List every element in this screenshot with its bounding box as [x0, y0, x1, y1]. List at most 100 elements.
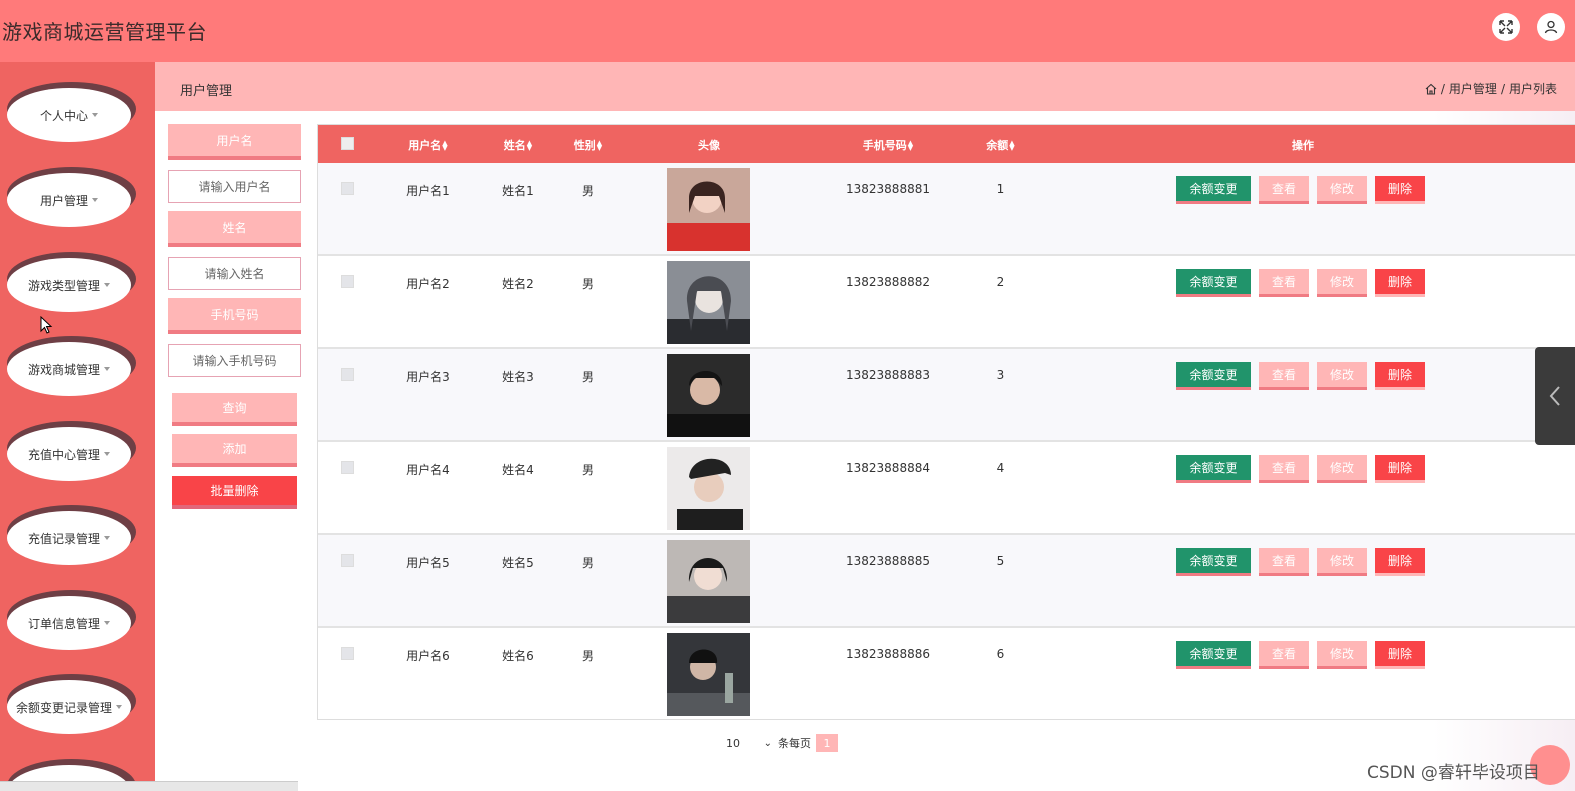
mouse-cursor-icon	[40, 315, 54, 337]
caret-down-icon	[92, 113, 98, 117]
caret-down-icon	[104, 367, 110, 371]
add-button[interactable]: 添加	[172, 434, 297, 467]
balance-change-button[interactable]: 余额变更	[1176, 176, 1251, 204]
row-checkbox[interactable]	[341, 647, 354, 660]
sidebar-item-recharge-record-management[interactable]: 充值记录管理	[7, 505, 136, 565]
column-header-gender[interactable]: 性别▲ ▼	[553, 137, 623, 153]
sidebar-item-game-type-management[interactable]: 游戏类型管理	[7, 252, 136, 312]
balance-change-button[interactable]: 余额变更	[1176, 548, 1251, 576]
view-button[interactable]: 查看	[1259, 455, 1309, 483]
sort-icon: ▲ ▼	[442, 139, 448, 152]
name-input[interactable]	[168, 257, 301, 290]
table-header: 用户名▲ ▼ 姓名▲ ▼ 性别▲ ▼ 头像 手机号码▲ ▼ 余额▲ ▼ 操作	[318, 125, 1575, 163]
cell-balance: 6	[996, 647, 1005, 661]
view-button[interactable]: 查看	[1259, 176, 1309, 204]
breadcrumb-bar: 用户管理 / 用户管理 / 用户列表	[155, 62, 1575, 111]
view-button[interactable]: 查看	[1259, 641, 1309, 669]
table-row: 用户名5 姓名5 男 13823888885 5 余额变更 查看 修改 删除	[318, 535, 1575, 628]
sidebar-item-game-store-management[interactable]: 游戏商城管理	[7, 336, 136, 396]
row-checkbox[interactable]	[341, 554, 354, 567]
select-all-checkbox[interactable]	[341, 137, 354, 150]
row-checkbox[interactable]	[341, 275, 354, 288]
watermark: CSDN @睿轩毕设项目	[1367, 763, 1540, 783]
page-number-current[interactable]: 1	[816, 734, 838, 752]
edit-button[interactable]: 修改	[1317, 641, 1367, 669]
user-icon	[1544, 20, 1558, 34]
delete-button[interactable]: 删除	[1375, 548, 1425, 576]
username-input[interactable]	[168, 170, 301, 203]
caret-down-icon	[104, 536, 110, 540]
row-checkbox[interactable]	[341, 182, 354, 195]
cell-phone: 13823888883	[846, 368, 930, 382]
view-button[interactable]: 查看	[1259, 548, 1309, 576]
edit-button[interactable]: 修改	[1317, 548, 1367, 576]
phone-input[interactable]	[168, 344, 301, 377]
sidebar-item-user-management[interactable]: 用户管理	[7, 167, 136, 227]
fullscreen-button[interactable]	[1492, 13, 1520, 41]
balance-change-button[interactable]: 余额变更	[1176, 455, 1251, 483]
cell-gender: 男	[581, 370, 594, 384]
table-row: 用户名3 姓名3 男 13823888883 3 余额变更 查看 修改 删除	[318, 349, 1575, 442]
balance-change-button[interactable]: 余额变更	[1176, 269, 1251, 297]
row-checkbox[interactable]	[341, 461, 354, 474]
balance-change-button[interactable]: 余额变更	[1176, 641, 1251, 669]
cell-phone: 13823888885	[846, 554, 930, 568]
sidebar-item-recharge-center-management[interactable]: 充值中心管理	[7, 421, 136, 481]
edit-button[interactable]: 修改	[1317, 455, 1367, 483]
delete-button[interactable]: 删除	[1375, 362, 1425, 390]
sidebar-item-balance-change-management[interactable]: 余额变更记录管理	[7, 674, 136, 734]
side-collapse-tab[interactable]	[1535, 347, 1575, 445]
cell-gender: 男	[581, 184, 594, 198]
table-row: 用户名4 姓名4 男 13823888884 4 余额变更 查看 修改 删除	[318, 442, 1575, 535]
delete-button[interactable]: 删除	[1375, 455, 1425, 483]
cell-username: 用户名3	[406, 370, 450, 384]
column-header-name[interactable]: 姓名▲ ▼	[483, 137, 553, 153]
balance-change-button[interactable]: 余额变更	[1176, 362, 1251, 390]
cell-name: 姓名3	[502, 370, 534, 384]
avatar	[667, 633, 750, 716]
caret-down-icon	[116, 705, 122, 709]
row-checkbox[interactable]	[341, 368, 354, 381]
delete-button[interactable]: 删除	[1375, 176, 1425, 204]
delete-button[interactable]: 删除	[1375, 641, 1425, 669]
view-button[interactable]: 查看	[1259, 362, 1309, 390]
column-header-username[interactable]: 用户名▲ ▼	[393, 137, 463, 153]
cell-name: 姓名6	[502, 649, 534, 663]
sort-icon: ▲ ▼	[1009, 139, 1015, 152]
home-icon[interactable]	[1425, 83, 1437, 95]
table-row: 用户名6 姓名6 男 13823888886 6 余额变更 查看 修改 删除	[318, 628, 1575, 719]
pagination: 10 ⌄ 条每页 1	[720, 733, 838, 753]
sidebar-item-order-info-management[interactable]: 订单信息管理	[7, 590, 136, 650]
avatar	[667, 168, 750, 251]
avatar	[667, 354, 750, 437]
edit-button[interactable]: 修改	[1317, 362, 1367, 390]
top-header: 游戏商城运营管理平台	[0, 0, 1575, 62]
edit-button[interactable]: 修改	[1317, 176, 1367, 204]
chevron-left-icon	[1549, 386, 1560, 406]
user-profile-button[interactable]	[1537, 13, 1565, 41]
cell-name: 姓名1	[502, 184, 534, 198]
cell-name: 姓名2	[502, 277, 534, 291]
page-title: 用户管理	[180, 84, 233, 99]
cell-gender: 男	[581, 463, 594, 477]
edit-button[interactable]: 修改	[1317, 269, 1367, 297]
breadcrumb-item-user-list: 用户列表	[1508, 82, 1557, 96]
delete-button[interactable]: 删除	[1375, 269, 1425, 297]
page-size-select[interactable]: 10 ⌄	[720, 733, 778, 753]
column-header-phone[interactable]: 手机号码▲ ▼	[838, 137, 938, 153]
column-header-balance[interactable]: 余额▲ ▼	[968, 137, 1033, 153]
breadcrumb-item-user-management[interactable]: 用户管理	[1449, 80, 1497, 97]
cell-balance: 4	[996, 461, 1005, 475]
sort-icon: ▲ ▼	[907, 139, 914, 152]
batch-delete-button[interactable]: 批量删除	[172, 476, 297, 509]
sidebar: 个人中心 用户管理 游戏类型管理 游戏商城管理 充值中心管理 充值记录管理 订单…	[0, 62, 155, 791]
username-label: 用户名	[168, 124, 301, 160]
per-page-label: 条每页	[778, 737, 811, 750]
column-header-avatar: 头像	[698, 139, 720, 152]
sidebar-item-personal-center[interactable]: 个人中心	[7, 82, 136, 142]
avatar	[667, 261, 750, 344]
cell-username: 用户名6	[406, 649, 450, 663]
view-button[interactable]: 查看	[1259, 269, 1309, 297]
cell-phone: 13823888884	[846, 461, 930, 475]
query-button[interactable]: 查询	[172, 393, 297, 426]
